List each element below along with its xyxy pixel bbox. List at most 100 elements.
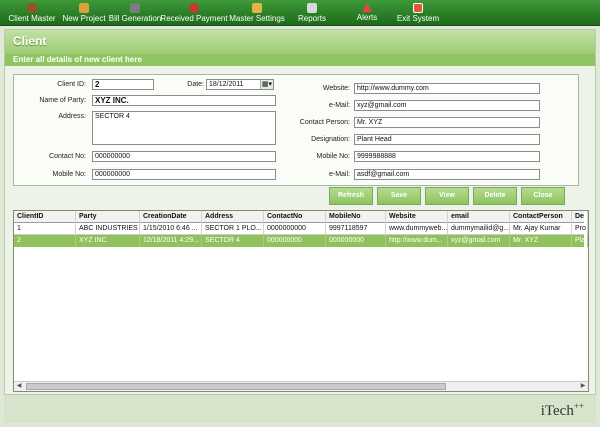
cell-mobileno: 9997118597 — [326, 223, 386, 235]
payment-icon — [189, 3, 199, 13]
name-of-party-field[interactable]: XYZ INC. — [92, 95, 276, 106]
col-header-clientid[interactable]: ClientID — [14, 211, 76, 223]
calendar-icon[interactable]: ▦▾ — [260, 80, 273, 89]
toolbar-label: New Project — [62, 14, 106, 23]
calculator-icon — [130, 3, 140, 13]
col-header-party[interactable]: Party — [76, 211, 140, 223]
client-id-field[interactable]: 2 — [92, 79, 154, 90]
mobile-no-field[interactable]: 000000000 — [92, 169, 276, 180]
client-grid[interactable]: ClientID Party CreationDate Address Cont… — [13, 210, 589, 392]
name-of-party-label: Name of Party: — [39, 97, 86, 104]
cell-designation: Pla — [572, 235, 588, 247]
cell-creationdate: 12/18/2011 4:29... — [140, 235, 202, 247]
client-window: Client Enter all details of new client h… — [4, 29, 596, 423]
col-header-designation[interactable]: De — [572, 211, 588, 223]
col-header-email[interactable]: email — [448, 211, 510, 223]
address-label: Address: — [58, 113, 86, 120]
email-2-field[interactable]: asdf@gmail.com — [354, 169, 540, 180]
cell-email: dummymailid@g... — [448, 223, 510, 235]
toolbar-alerts[interactable]: Alerts — [354, 0, 380, 26]
client-form: Client ID: 2 Date: 18/12/2011 ▦▾ Name of… — [13, 74, 579, 186]
toolbar-client-master[interactable]: Client Master — [6, 0, 58, 26]
col-header-creationdate[interactable]: CreationDate — [140, 211, 202, 223]
cell-contactno: 000000000 — [264, 235, 326, 247]
alert-icon — [362, 3, 372, 12]
mobile-no-right-field[interactable]: 9999988888 — [354, 151, 540, 162]
designation-field[interactable]: Plant Head — [354, 134, 540, 145]
save-button[interactable]: Save — [377, 187, 421, 205]
brand-name: iTech — [540, 403, 574, 419]
email-field[interactable]: xyz@gmail.com — [354, 100, 540, 111]
email-2-label: e-Mail: — [328, 171, 350, 178]
date-picker[interactable]: 18/12/2011 ▦▾ — [206, 79, 274, 90]
main-toolbar: Client Master New Project Bill Generatio… — [0, 0, 600, 26]
scroll-right-icon[interactable]: ▶ — [578, 382, 588, 391]
col-header-address[interactable]: Address — [202, 211, 264, 223]
toolbar-exit-system[interactable]: Exit System — [396, 0, 440, 26]
title-bar: Client — [5, 30, 595, 54]
settings-icon — [252, 3, 262, 13]
toolbar-label: Received Payment — [160, 14, 228, 23]
toolbar-label: Exit System — [396, 14, 440, 23]
toolbar-new-project[interactable]: New Project — [62, 0, 106, 26]
toolbar-label: Reports — [297, 14, 326, 23]
website-field[interactable]: http://www.dummy.com — [354, 83, 540, 94]
cell-clientid: 2 — [14, 235, 76, 247]
contact-no-field[interactable]: 000000000 — [92, 151, 276, 162]
horizontal-scrollbar[interactable]: ◀ ▶ — [14, 381, 588, 391]
cell-address: SECTOR 4 — [202, 235, 264, 247]
cell-clientid: 1 — [14, 223, 76, 235]
contact-person-label: Contact Person: — [299, 119, 350, 126]
toolbar-label: Alerts — [356, 13, 378, 22]
designation-label: Designation: — [311, 136, 350, 143]
delete-button[interactable]: Delete — [473, 187, 517, 205]
scroll-left-icon[interactable]: ◀ — [14, 382, 24, 391]
cell-party: XYZ INC. — [76, 235, 140, 247]
toolbar-bill-generation[interactable]: Bill Generation — [108, 0, 162, 26]
contact-person-field[interactable]: Mr. XYZ — [354, 117, 540, 128]
contact-no-label: Contact No: — [49, 153, 86, 160]
table-row[interactable]: 1 ABC INDUSTRIES 1/15/2010 6:46 ... SECT… — [14, 223, 588, 235]
client-id-label: Client ID: — [57, 81, 86, 88]
subtitle-bar: Enter all details of new client here — [5, 54, 595, 66]
date-value: 18/12/2011 — [209, 81, 244, 88]
view-button[interactable]: View — [425, 187, 469, 205]
cell-email: xyz@gmail.com — [448, 235, 510, 247]
reports-icon — [307, 3, 317, 13]
refresh-button[interactable]: Refresh — [329, 187, 373, 205]
col-header-contactperson[interactable]: ContactPerson — [510, 211, 572, 223]
col-header-mobileno[interactable]: MobileNo — [326, 211, 386, 223]
toolbar-label: Master Settings — [229, 14, 285, 23]
col-header-website[interactable]: Website — [386, 211, 448, 223]
mobile-no-right-label: Mobile No: — [316, 153, 350, 160]
footer: iTech++ — [4, 394, 596, 423]
home-icon — [79, 3, 89, 13]
cell-address: SECTOR 1 PLO... — [202, 223, 264, 235]
brand-logo: iTech++ — [541, 401, 584, 420]
address-field[interactable]: SECTOR 4 — [92, 111, 276, 145]
mobile-no-label: Mobile No: — [52, 171, 86, 178]
cell-contactno: 0000000000 — [264, 223, 326, 235]
cell-contactperson: Mr. Ajay Kumar — [510, 223, 572, 235]
email-label: e-Mail: — [328, 102, 350, 109]
brand-sup: ++ — [573, 401, 584, 411]
cell-party: ABC INDUSTRIES — [76, 223, 140, 235]
scroll-thumb[interactable] — [26, 383, 446, 390]
cell-website: www.dummyweb... — [386, 223, 448, 235]
exit-icon — [413, 3, 423, 13]
cell-designation: Pro — [572, 223, 588, 235]
toolbar-master-settings[interactable]: Master Settings — [229, 0, 285, 26]
table-row-selected[interactable]: 2 XYZ INC. 12/18/2011 4:29... SECTOR 4 0… — [14, 235, 588, 247]
window-subtitle: Enter all details of new client here — [13, 55, 142, 64]
col-header-contactno[interactable]: ContactNo — [264, 211, 326, 223]
toolbar-label: Bill Generation — [108, 14, 162, 23]
grid-header: ClientID Party CreationDate Address Cont… — [14, 211, 588, 223]
cell-website: http://www.dum... — [386, 235, 448, 247]
close-button[interactable]: Close — [521, 187, 565, 205]
cell-contactperson: Mr. XYZ — [510, 235, 572, 247]
window-title: Client — [13, 34, 47, 48]
toolbar-received-payment[interactable]: Received Payment — [160, 0, 228, 26]
toolbar-label: Client Master — [8, 14, 56, 23]
toolbar-reports[interactable]: Reports — [296, 0, 328, 26]
cell-mobileno: 000000000 — [326, 235, 386, 247]
